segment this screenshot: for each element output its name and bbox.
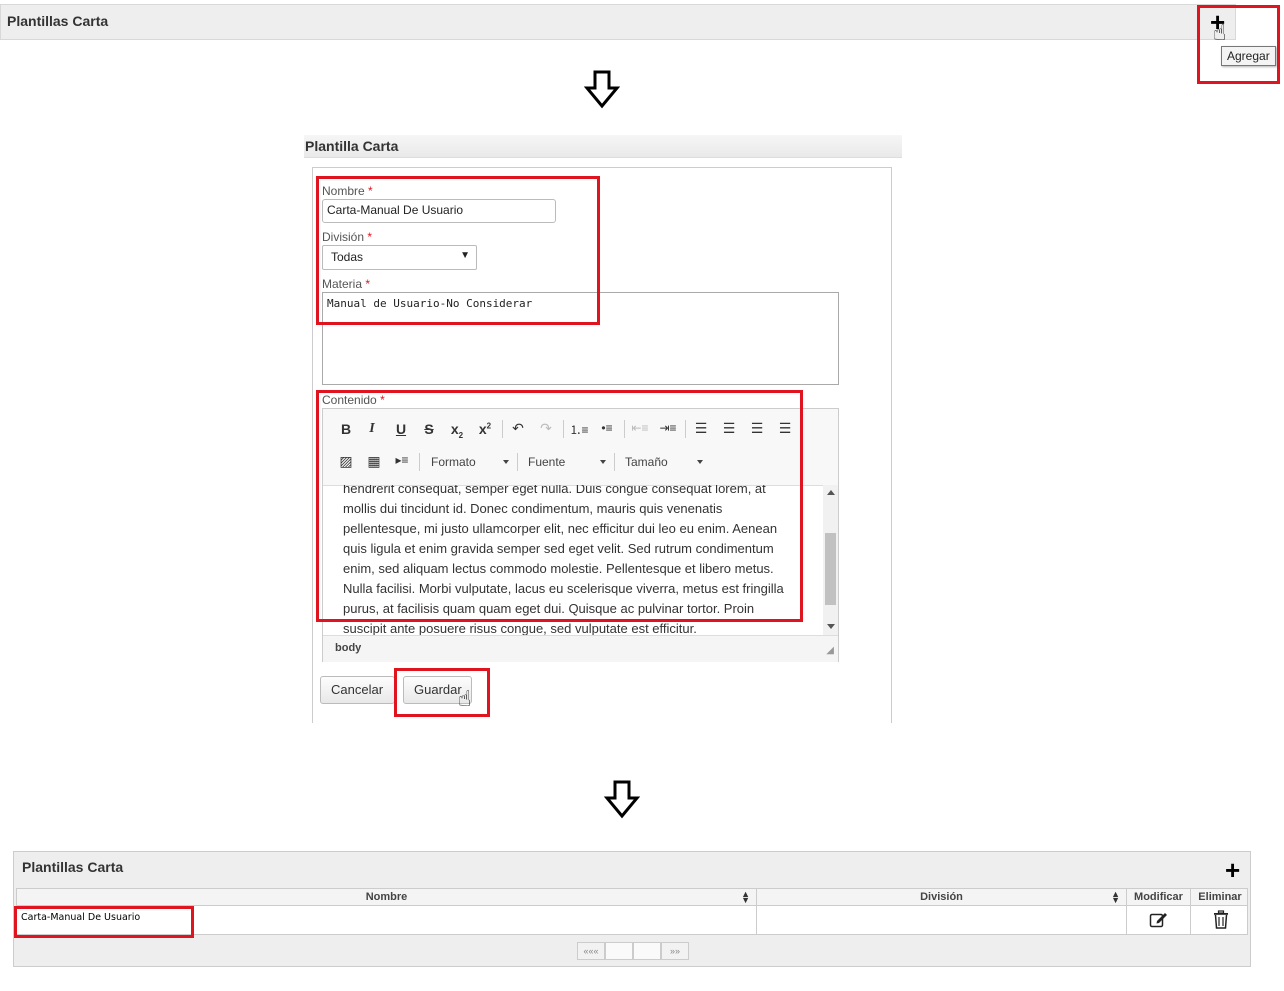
column-header-eliminar: Eliminar [1198,891,1242,903]
indent-icon[interactable]: ⇥≡ [657,421,679,435]
justify-icon[interactable]: ☰ [774,420,796,437]
outdent-icon[interactable]: ⇤≡ [629,421,651,435]
division-label: División * [322,230,373,244]
underline-icon[interactable]: U [390,421,412,437]
pager-last-button[interactable]: »» [661,942,689,960]
division-select[interactable]: Todas ▼ [322,245,477,270]
caret-icon [503,460,509,464]
cell-modificar [1127,906,1191,934]
form-header: Plantilla Carta [304,135,902,158]
italic-icon[interactable]: I [361,421,383,437]
contenido-label: Contenido * [322,393,385,407]
numbered-list-icon[interactable]: ⒈≡ [568,421,590,438]
plus-icon[interactable]: + [1225,857,1240,883]
grid-title: Plantillas Carta [22,859,124,875]
column-header-modificar: Modificar [1127,889,1191,905]
subscript-icon[interactable]: x2 [446,421,468,440]
editor-line: mollis dui tincidunt id. Donec condiment… [343,501,723,516]
editor-line: pellentesque, mi justo ullamcorper elit,… [343,521,778,536]
nombre-input[interactable]: Carta-Manual De Usuario [322,199,556,223]
editor-line: suscipit ante posuere risus congue, sed … [343,621,697,635]
nombre-label: Nombre * [322,184,373,198]
hand-cursor-icon: ☝ [1213,20,1227,45]
grid-header-row: Nombre ▲ ▼ División ▲ ▼ Modificar Eliminar [16,888,1248,906]
rich-text-editor: B I U S x2 x2 ↶ ↷ ⒈≡ •≡ ⇤≡ ⇥≡ ☰ ☰ ☰ ☰ ▨ … [322,408,839,662]
editor-scrollbar[interactable] [823,485,838,635]
align-center-icon[interactable]: ☰ [718,420,740,437]
align-left-icon[interactable]: ☰ [690,420,712,437]
font-combo[interactable]: Fuente [528,455,606,469]
table-row[interactable]: Carta-Manual De Usuario [16,906,1248,935]
resize-handle-icon[interactable]: ◢ [826,645,834,656]
sort-icon: ▲ ▼ [741,889,750,905]
cell-nombre: Carta-Manual De Usuario [17,906,757,934]
editor-line: purus, at facilisis quam quam eget dui. … [343,601,755,616]
superscript-icon[interactable]: x2 [474,421,496,437]
bold-icon[interactable]: B [335,421,357,437]
list-header: Plantillas Carta [0,4,1236,40]
caret-icon [600,460,606,464]
materia-label: Materia * [322,277,371,291]
element-path[interactable]: body [335,642,361,654]
blockquote-icon[interactable]: ▸≡ [391,453,413,467]
editor-content[interactable]: hendrerit consequat, semper eget nulla. … [323,485,823,635]
scroll-up-icon [827,490,835,495]
cell-eliminar [1191,906,1249,934]
caret-icon [697,460,703,464]
list-title: Plantillas Carta [7,13,109,29]
templates-grid: Plantillas Carta + Nombre ▲ ▼ División ▲ ▼… [13,851,1251,967]
down-arrow-icon [584,70,620,109]
format-combo[interactable]: Formato [431,455,509,469]
pager-first-button[interactable]: ««« [577,942,605,960]
column-header-division[interactable]: División ▲ ▼ [757,889,1127,905]
form-title: Plantilla Carta [305,138,399,154]
edit-icon[interactable] [1149,911,1169,929]
sort-icon: ▲ ▼ [1111,889,1120,905]
align-right-icon[interactable]: ☰ [746,420,768,437]
scroll-down-icon [827,624,835,629]
materia-textarea[interactable]: Manual de Usuario-No Considerar [322,292,839,385]
trash-icon[interactable] [1213,910,1229,929]
bullet-list-icon[interactable]: •≡ [596,421,618,435]
dropdown-arrow-icon: ▼ [460,250,470,261]
editor-line: hendrerit consequat, semper eget nulla. … [343,485,766,496]
add-tooltip: Agregar [1221,46,1276,66]
editor-line: quis ligula et enim gravida semper sed e… [343,541,774,556]
pager-page-count [633,942,661,960]
cancel-button[interactable]: Cancelar [320,676,395,704]
editor-toolbar: B I U S x2 x2 ↶ ↷ ⒈≡ •≡ ⇤≡ ⇥≡ ☰ ☰ ☰ ☰ ▨ … [323,409,838,486]
cell-division [757,906,1127,934]
editor-line: Nulla facilisi. Morbi vulputate, lacus e… [343,581,784,596]
editor-line: enim, sed aliquam lectus commodo molesti… [343,561,774,576]
undo-icon[interactable]: ↶ [507,420,529,437]
down-arrow-icon [604,780,640,819]
pager-page-input[interactable] [605,942,633,960]
redo-icon[interactable]: ↷ [535,420,557,437]
size-combo[interactable]: Tamaño [625,455,703,469]
hand-cursor-icon: ☝ [458,686,472,711]
table-icon[interactable]: ▦ [363,453,385,470]
strikethrough-icon[interactable]: S [418,421,440,437]
image-icon[interactable]: ▨ [335,453,357,470]
division-select-value: Todas [331,250,364,264]
column-header-nombre[interactable]: Nombre ▲ ▼ [17,889,757,905]
scroll-thumb[interactable] [825,533,836,605]
editor-statusbar: body ◢ [323,635,838,662]
